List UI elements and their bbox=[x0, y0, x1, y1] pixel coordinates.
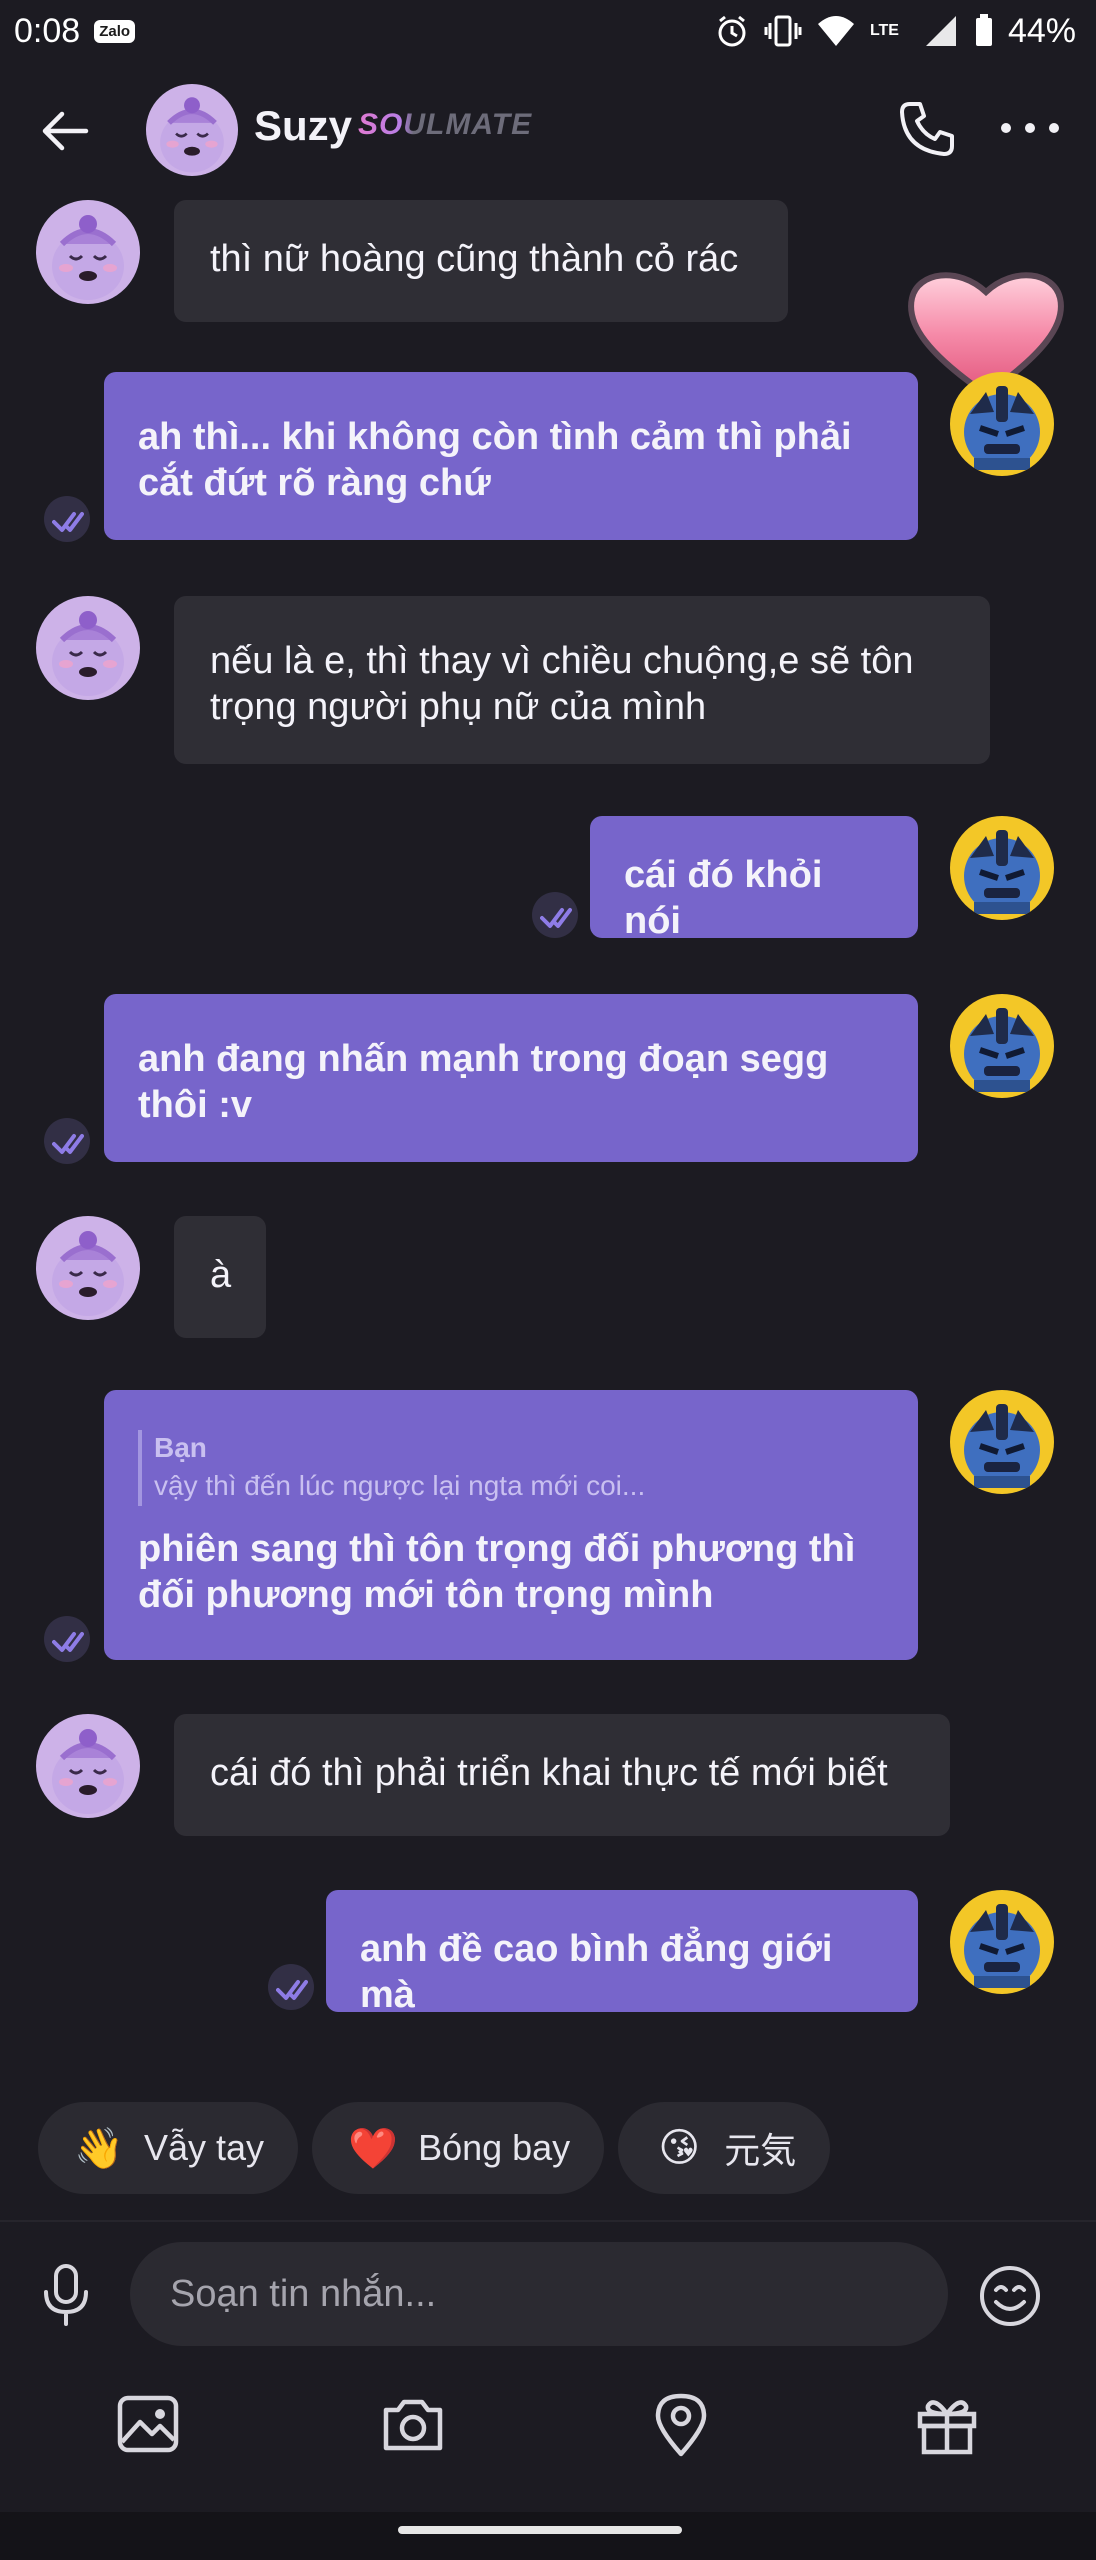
incoming-message[interactable]: cái đó thì phải triển khai thực tế mới b… bbox=[174, 1714, 950, 1836]
divider bbox=[0, 2220, 1096, 2222]
quick-reply-label: 元気 bbox=[724, 2130, 797, 2171]
message-text: cái đó khỏi nói bbox=[624, 854, 823, 942]
seen-status bbox=[44, 1616, 90, 1662]
network-type: LTE bbox=[869, 22, 899, 39]
quick-reply-balloon[interactable]: ❤️ Bóng bay bbox=[312, 2102, 605, 2194]
attachment-toolbar bbox=[0, 2390, 1096, 2478]
seen-status bbox=[44, 496, 90, 542]
image-icon[interactable] bbox=[114, 2390, 184, 2460]
soulmate-badge: SOULMATE bbox=[358, 108, 533, 141]
contact-avatar[interactable] bbox=[36, 1714, 140, 1818]
outgoing-message[interactable]: anh đề cao bình đẳng giới mà bbox=[326, 1890, 918, 2016]
battery-percent: 44% bbox=[1007, 11, 1076, 50]
message-list[interactable]: thì nữ hoàng cũng thành cỏ rác ah thì...… bbox=[0, 196, 1096, 2046]
contact-avatar[interactable] bbox=[36, 596, 140, 700]
message-text: nếu là e, thì thay vì chiều chuộng,e sẽ … bbox=[210, 640, 914, 728]
vibrate-icon bbox=[764, 15, 802, 47]
mic-icon[interactable] bbox=[38, 2262, 94, 2328]
message-text: phiên sang thì tôn trọng đối phương thì … bbox=[138, 1528, 856, 1616]
incoming-message[interactable]: nếu là e, thì thay vì chiều chuộng,e sẽ … bbox=[174, 596, 990, 764]
seen-check-icon bbox=[540, 908, 572, 928]
quote-author: Bạn bbox=[154, 1432, 207, 1463]
wifi-icon bbox=[817, 16, 854, 46]
user-avatar[interactable] bbox=[950, 816, 1054, 920]
emoji-icon[interactable] bbox=[978, 2264, 1042, 2328]
camera-icon[interactable] bbox=[378, 2390, 448, 2460]
outgoing-message[interactable]: cái đó khỏi nói bbox=[590, 816, 918, 942]
message-text: anh đang nhấn mạnh trong đoạn segg thôi … bbox=[138, 1038, 829, 1126]
seen-check-icon bbox=[52, 1134, 84, 1154]
chat-header: Suzy SOULMATE bbox=[0, 62, 1096, 196]
seen-check-icon bbox=[52, 1632, 84, 1652]
system-nav-bar bbox=[0, 2512, 1096, 2560]
back-arrow-icon[interactable] bbox=[36, 102, 94, 160]
contact-name[interactable]: Suzy bbox=[254, 102, 352, 150]
contact-avatar[interactable] bbox=[36, 1216, 140, 1320]
home-indicator[interactable] bbox=[398, 2526, 682, 2534]
outgoing-message[interactable]: ah thì... khi không còn tình cảm thì phả… bbox=[104, 372, 918, 540]
status-bar: 0:08 Zalo LTE 44% bbox=[0, 0, 1096, 62]
quick-reply-genki[interactable]: 😘 元気 bbox=[618, 2102, 831, 2194]
seen-status bbox=[44, 1118, 90, 1164]
quote-text: vậy thì đến lúc ngược lại ngta mới coi..… bbox=[154, 1470, 646, 1501]
user-avatar[interactable] bbox=[950, 1890, 1054, 1994]
location-icon[interactable] bbox=[646, 2390, 716, 2460]
message-text: à bbox=[210, 1254, 232, 1296]
quick-reply-wave[interactable]: 👋 Vẫy tay bbox=[38, 2102, 299, 2194]
reply-quote[interactable]: Bạn vậy thì đến lúc ngược lại ngta mới c… bbox=[138, 1430, 884, 1506]
gift-icon[interactable] bbox=[912, 2390, 982, 2460]
signal-icon bbox=[925, 16, 956, 46]
red-heart-icon: ❤️ bbox=[348, 2126, 398, 2171]
outgoing-message[interactable]: anh đang nhấn mạnh trong đoạn segg thôi … bbox=[104, 994, 918, 1162]
contact-avatar[interactable] bbox=[146, 84, 238, 176]
message-input[interactable] bbox=[130, 2242, 948, 2346]
seen-status bbox=[532, 892, 578, 938]
user-avatar[interactable] bbox=[950, 1390, 1054, 1494]
message-text: cái đó thì phải triển khai thực tế mới b… bbox=[210, 1752, 888, 1794]
message-text: thì nữ hoàng cũng thành cỏ rác bbox=[210, 238, 739, 280]
seen-check-icon bbox=[276, 1980, 308, 2000]
more-icon[interactable] bbox=[998, 110, 1062, 146]
seen-check-icon bbox=[52, 512, 84, 532]
message-text: ah thì... khi không còn tình cảm thì phả… bbox=[138, 416, 852, 504]
kissing-face-icon: 😘 bbox=[658, 2126, 701, 2170]
phone-icon[interactable] bbox=[896, 98, 958, 160]
message-text: anh đề cao bình đẳng giới mà bbox=[360, 1928, 833, 2016]
user-avatar[interactable] bbox=[950, 994, 1054, 1098]
alarm-icon bbox=[718, 15, 746, 47]
quick-reply-label: Bóng bay bbox=[418, 2127, 571, 2168]
quick-reply-label: Vẫy tay bbox=[144, 2127, 265, 2168]
quick-reply-bar: 👋 Vẫy tay ❤️ Bóng bay 😘 元気 bbox=[38, 2102, 831, 2194]
contact-avatar[interactable] bbox=[36, 200, 140, 304]
waving-hand-icon: 👋 bbox=[74, 2126, 124, 2171]
incoming-message[interactable]: thì nữ hoàng cũng thành cỏ rác bbox=[174, 200, 788, 322]
battery-icon bbox=[975, 14, 992, 46]
user-avatar[interactable] bbox=[950, 372, 1054, 476]
zalo-notification-icon: Zalo bbox=[94, 19, 136, 43]
outgoing-message[interactable]: Bạn vậy thì đến lúc ngược lại ngta mới c… bbox=[104, 1390, 918, 1660]
status-time: 0:08 bbox=[14, 11, 81, 50]
incoming-message[interactable]: à bbox=[174, 1216, 266, 1338]
seen-status bbox=[268, 1964, 314, 2010]
